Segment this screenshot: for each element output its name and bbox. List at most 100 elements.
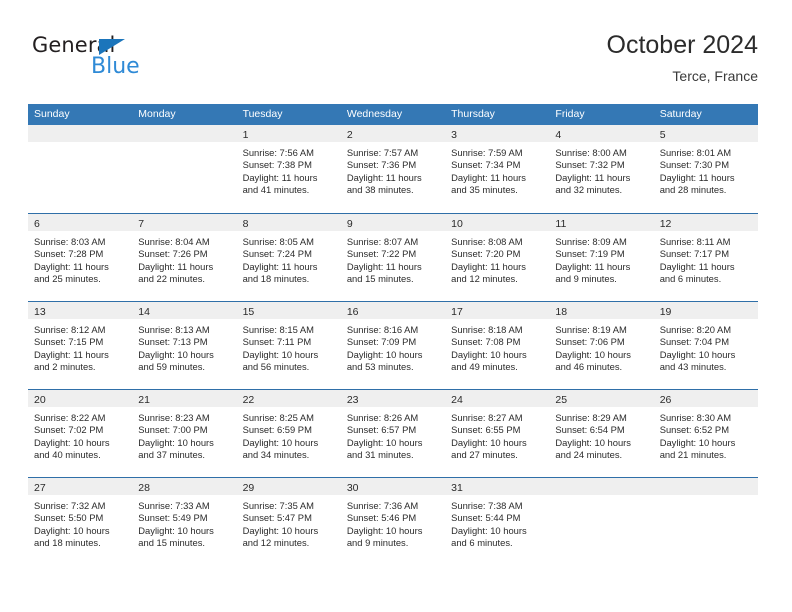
day-number-band: 24 <box>445 390 550 407</box>
calendar-day-cell[interactable]: 23 Sunrise: 8:26 AM Sunset: 6:57 PM Dayligh… <box>340 390 446 477</box>
day-detail-line: Sunset: 6:59 PM <box>242 424 312 436</box>
day-detail-line: Sunset: 7:34 PM <box>451 159 521 171</box>
day-detail-line: Sunset: 7:19 PM <box>555 248 625 260</box>
calendar-day-cell[interactable]: 18 Sunrise: 8:19 AM Sunset: 7:06 PM Dayligh… <box>549 302 654 389</box>
day-number-band: 29 <box>236 478 341 495</box>
day-detail-line: Daylight: 10 hours <box>555 436 631 448</box>
calendar-day-cell[interactable]: 27 Sunrise: 7:32 AM Sunset: 5:50 PM Dayligh… <box>28 478 133 565</box>
day-detail-line: Sunrise: 7:38 AM <box>451 500 523 511</box>
day-detail-line: and 56 minutes. <box>242 361 310 373</box>
calendar-day-cell[interactable]: 8 Sunrise: 8:05 AM Sunset: 7:24 PM Daylight… <box>236 214 341 301</box>
day-detail-line: Sunrise: 8:29 AM <box>555 412 627 423</box>
day-number-band: 20 <box>28 390 133 407</box>
calendar-day-cell[interactable]: 7 Sunrise: 8:04 AM Sunset: 7:26 PM Daylight… <box>132 214 237 301</box>
day-detail-line: and 59 minutes. <box>138 361 205 373</box>
calendar-week-row: 20 Sunrise: 8:22 AM Sunset: 7:02 PM Dayligh… <box>28 389 758 477</box>
day-number: 23 <box>346 394 359 406</box>
day-detail-line: Sunrise: 8:04 AM <box>138 236 210 247</box>
calendar-day-cell[interactable]: 25 Sunrise: 8:29 AM Sunset: 6:54 PM Dayligh… <box>549 390 654 477</box>
day-detail-line: Daylight: 10 hours <box>138 436 214 448</box>
weekday-header-row: Sunday Monday Tuesday Wednesday Thursday Frid… <box>28 104 758 125</box>
day-number-band: 26 <box>653 390 758 407</box>
calendar-week-row: 6 Sunrise: 8:03 AM Sunset: 7:28 PM Daylight… <box>28 213 758 301</box>
day-detail-line: Sunset: 7:00 PM <box>138 424 208 436</box>
day-details: Sunrise: 7:36 AM Sunset: 5:46 PM Daylight:… <box>341 495 445 550</box>
calendar-day-cell[interactable]: 22 Sunrise: 8:25 AM Sunset: 6:59 PM Dayligh… <box>236 390 341 477</box>
day-number-band: 30 <box>340 478 446 495</box>
calendar-day-cell[interactable]: 15 Sunrise: 8:15 AM Sunset: 7:11 PM Dayligh… <box>236 302 341 389</box>
day-detail-line: and 6 minutes. <box>659 273 722 285</box>
day-number-band: 13 <box>28 302 133 319</box>
day-detail-line: Sunrise: 8:05 AM <box>242 236 314 247</box>
day-detail-line: and 9 minutes. <box>346 537 409 549</box>
day-number-band: 7 <box>132 214 237 231</box>
calendar-day-cell[interactable]: 19 Sunrise: 8:20 AM Sunset: 7:04 PM Dayligh… <box>653 302 758 389</box>
day-detail-line: Daylight: 11 hours <box>451 171 526 183</box>
calendar-day-cell[interactable]: 24 Sunrise: 8:27 AM Sunset: 6:55 PM Dayligh… <box>445 390 550 477</box>
day-number: 29 <box>242 482 255 494</box>
calendar-day-cell[interactable]: 20 Sunrise: 8:22 AM Sunset: 7:02 PM Dayligh… <box>28 390 133 477</box>
day-detail-line: Sunrise: 7:36 AM <box>346 500 419 511</box>
calendar-day-cell-empty <box>28 125 133 213</box>
day-detail-line: and 9 minutes. <box>555 273 617 285</box>
calendar-day-cell[interactable]: 5 Sunrise: 8:01 AM Sunset: 7:30 PM Daylight… <box>653 125 758 213</box>
day-number: 20 <box>34 394 46 406</box>
day-number-band: 11 <box>549 214 654 231</box>
day-number-band: 23 <box>340 390 446 407</box>
day-detail-line: and 41 minutes. <box>242 184 310 196</box>
day-number: 8 <box>242 218 249 230</box>
day-detail-line: Sunset: 6:57 PM <box>346 424 417 436</box>
day-detail-line: Daylight: 10 hours <box>34 524 110 536</box>
calendar-day-cell[interactable]: 14 Sunrise: 8:13 AM Sunset: 7:13 PM Dayligh… <box>132 302 237 389</box>
day-detail-line: Sunrise: 8:00 AM <box>555 147 627 158</box>
day-detail-line: and 6 minutes. <box>451 537 513 549</box>
calendar-day-cell[interactable]: 21 Sunrise: 8:23 AM Sunset: 7:00 PM Dayligh… <box>132 390 237 477</box>
day-detail-line: Sunrise: 8:13 AM <box>138 324 210 335</box>
day-detail-line: and 15 minutes. <box>346 273 414 285</box>
day-details: Sunrise: 8:13 AM Sunset: 7:13 PM Daylight:… <box>132 319 236 374</box>
day-detail-line: and 28 minutes. <box>659 184 727 196</box>
calendar-day-cell[interactable]: 16 Sunrise: 8:16 AM Sunset: 7:09 PM Dayligh… <box>340 302 446 389</box>
day-detail-line: and 24 minutes. <box>555 449 623 461</box>
calendar-day-cell[interactable]: 10 Sunrise: 8:08 AM Sunset: 7:20 PM Dayligh… <box>445 214 550 301</box>
day-detail-line: Sunrise: 8:12 AM <box>34 324 106 335</box>
calendar-day-cell[interactable]: 30 Sunrise: 7:36 AM Sunset: 5:46 PM Dayligh… <box>340 478 446 565</box>
day-detail-line: Sunrise: 7:33 AM <box>138 500 210 511</box>
brand-logo[interactable]: General Blue <box>32 34 232 88</box>
calendar-day-cell[interactable]: 2 Sunrise: 7:57 AM Sunset: 7:36 PM Daylight… <box>340 125 446 213</box>
calendar-day-cell[interactable]: 1 Sunrise: 7:56 AM Sunset: 7:38 PM Daylight… <box>236 125 341 213</box>
calendar-day-cell[interactable]: 13 Sunrise: 8:12 AM Sunset: 7:15 PM Dayligh… <box>28 302 133 389</box>
calendar-day-cell[interactable]: 3 Sunrise: 7:59 AM Sunset: 7:34 PM Daylight… <box>445 125 550 213</box>
calendar-day-cell[interactable]: 9 Sunrise: 8:07 AM Sunset: 7:22 PM Daylight… <box>340 214 446 301</box>
calendar-day-cell[interactable]: 28 Sunrise: 7:33 AM Sunset: 5:49 PM Dayligh… <box>132 478 237 565</box>
calendar-day-cell[interactable]: 11 Sunrise: 8:09 AM Sunset: 7:19 PM Dayligh… <box>549 214 654 301</box>
calendar-day-cell[interactable]: 4 Sunrise: 8:00 AM Sunset: 7:32 PM Daylight… <box>549 125 654 213</box>
day-detail-line: and 2 minutes. <box>34 361 96 373</box>
day-detail-line: Daylight: 10 hours <box>451 436 527 448</box>
day-detail-line: Sunset: 7:28 PM <box>34 248 104 260</box>
day-number-band: 22 <box>236 390 341 407</box>
day-detail-line: Daylight: 11 hours <box>34 260 109 272</box>
day-details: Sunrise: 8:15 AM Sunset: 7:11 PM Daylight:… <box>237 319 341 374</box>
day-number: 15 <box>242 306 255 318</box>
calendar-day-cell[interactable]: 31 Sunrise: 7:38 AM Sunset: 5:44 PM Dayligh… <box>445 478 550 565</box>
day-number-band: 12 <box>653 214 758 231</box>
day-detail-line: and 31 minutes. <box>346 449 414 461</box>
day-number: 17 <box>451 306 463 318</box>
calendar-day-cell[interactable]: 12 Sunrise: 8:11 AM Sunset: 7:17 PM Dayligh… <box>653 214 758 301</box>
calendar-day-cell[interactable]: 6 Sunrise: 8:03 AM Sunset: 7:28 PM Daylight… <box>28 214 133 301</box>
day-number: 10 <box>451 218 463 230</box>
day-detail-line: and 18 minutes. <box>242 273 310 285</box>
day-number-band: 10 <box>445 214 550 231</box>
day-detail-line: Sunset: 7:38 PM <box>242 159 312 171</box>
day-detail-line: and 21 minutes. <box>659 449 727 461</box>
day-number: 31 <box>451 482 463 494</box>
calendar-day-cell[interactable]: 17 Sunrise: 8:18 AM Sunset: 7:08 PM Dayligh… <box>445 302 550 389</box>
calendar-day-cell[interactable]: 26 Sunrise: 8:30 AM Sunset: 6:52 PM Dayligh… <box>653 390 758 477</box>
day-detail-line: Sunrise: 8:09 AM <box>555 236 627 247</box>
calendar-day-cell[interactable]: 29 Sunrise: 7:35 AM Sunset: 5:47 PM Dayligh… <box>236 478 341 565</box>
calendar-day-cell-empty <box>132 125 237 213</box>
brand-triangle-icon <box>99 39 125 55</box>
day-detail-line: and 35 minutes. <box>451 184 518 196</box>
day-detail-line: Daylight: 10 hours <box>346 524 423 536</box>
